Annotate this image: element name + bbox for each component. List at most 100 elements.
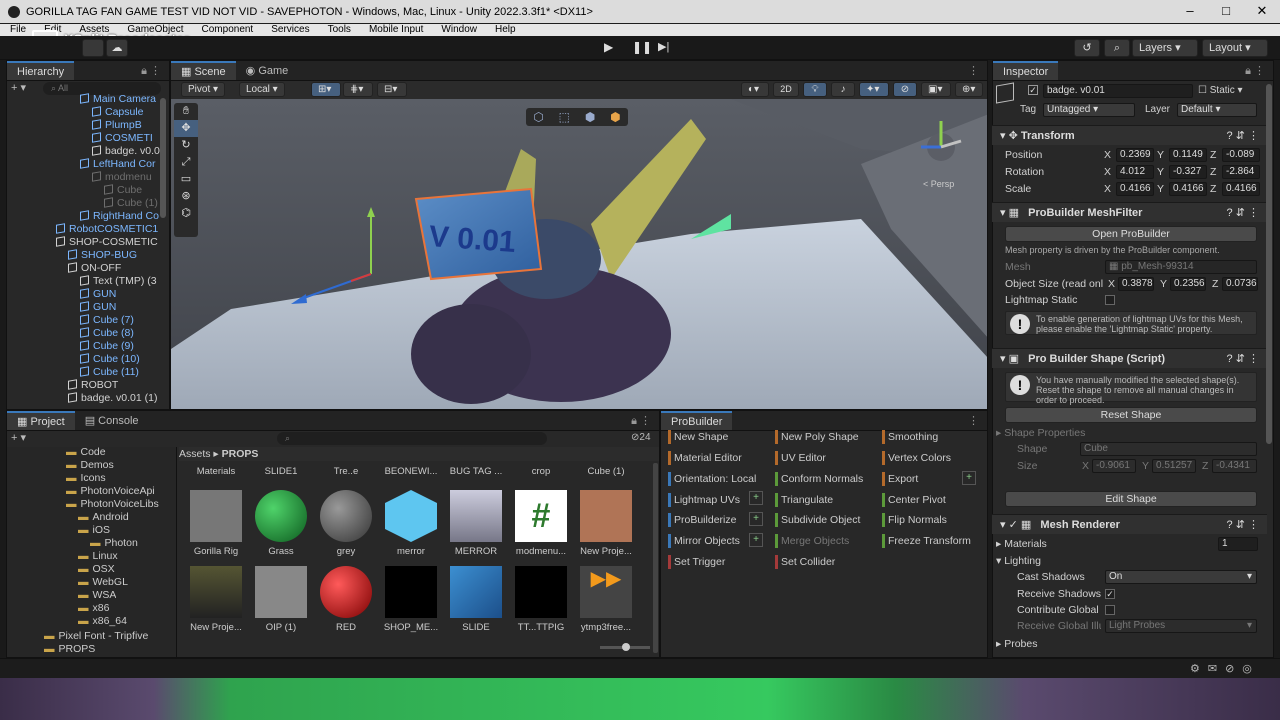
tab-inspector[interactable]: Inspector xyxy=(993,61,1059,80)
rotation-z-field[interactable]: -2.864 xyxy=(1222,165,1260,179)
materials-foldout[interactable]: ▸ Materials xyxy=(996,536,1047,552)
scene-viewport[interactable]: V 0.01 < Persp xyxy=(171,99,988,410)
receive-shadows-checkbox[interactable]: ✓ xyxy=(1105,589,1115,599)
folder-tree-item[interactable]: ▬ WSA xyxy=(78,589,116,602)
open-probuilder-button[interactable]: Open ProBuilder xyxy=(1005,226,1257,242)
folder-tree-item[interactable]: ▬ Photon xyxy=(90,537,138,550)
export-options[interactable]: + xyxy=(962,471,976,485)
tab-console[interactable]: ▤ Console xyxy=(75,411,149,430)
menu-item-mobile-input[interactable]: Mobile Input xyxy=(369,24,423,36)
folder-tree-item[interactable]: ▬ iOS xyxy=(78,524,110,537)
object-name-field[interactable]: badge. v0.01 xyxy=(1043,84,1193,98)
minimize-icon[interactable]: – xyxy=(1172,0,1208,23)
edit-shape-button[interactable]: Edit Shape xyxy=(1005,491,1257,507)
step-icon[interactable]: ▶| xyxy=(658,40,669,53)
probuilder-action-probuilderize[interactable]: ProBuilderize xyxy=(668,511,736,529)
account-icon[interactable] xyxy=(82,39,104,57)
folder-tree-item[interactable]: ▬ PhotonVoiceApi xyxy=(66,485,155,498)
add-icon[interactable]: + ▾ xyxy=(11,82,26,94)
hierarchy-item[interactable]: COSMETI xyxy=(92,132,160,145)
tab-scene[interactable]: ▦ Scene xyxy=(171,61,236,80)
menu-item-tools[interactable]: Tools xyxy=(328,24,351,36)
hierarchy-item[interactable]: Cube (8) xyxy=(80,327,160,340)
project-add-icon[interactable]: + ▾ xyxy=(11,432,26,444)
hierarchy-item[interactable]: badge. v0.0 xyxy=(92,145,160,158)
pbshape-menu-icon[interactable]: ? ⇵ ⋮ xyxy=(1227,349,1259,369)
asset-item[interactable]: New Proje... xyxy=(186,566,246,633)
asset-label-partial[interactable]: crop xyxy=(511,466,571,478)
local-dropdown[interactable]: Local ▾ xyxy=(239,82,285,97)
probuilder-action-center-pivot[interactable]: Center Pivot xyxy=(882,491,946,509)
project-scrollbar[interactable] xyxy=(653,463,658,653)
search-icon[interactable]: ⌕ xyxy=(1104,39,1130,57)
lighting-icon[interactable]: 💡︎ xyxy=(803,82,827,97)
cloud-icon[interactable]: ☁ xyxy=(106,39,128,57)
audio-icon[interactable]: ♪ xyxy=(831,82,855,97)
asset-label-partial[interactable]: SLIDE1 xyxy=(251,466,311,478)
project-search-input[interactable]: ⌕ xyxy=(277,432,547,445)
edge-mode-icon[interactable]: ⬢ xyxy=(585,108,595,126)
hierarchy-scrollbar[interactable] xyxy=(160,98,166,218)
folder-tree-item[interactable]: ▬ Demos xyxy=(66,459,114,472)
folder-tree-item[interactable]: ▬ Icons xyxy=(66,472,106,485)
probuilder-action-lightmap-uvs[interactable]: Lightmap UVs xyxy=(668,491,740,509)
tab-game[interactable]: ◉ Game xyxy=(236,61,299,80)
hierarchy-item[interactable]: Capsule xyxy=(92,106,160,119)
probuilder-action-vertex-colors[interactable]: Vertex Colors xyxy=(882,449,951,467)
hierarchy-item[interactable]: SHOP-COSMETIC xyxy=(56,236,160,249)
asset-item[interactable]: SHOP_ME... xyxy=(381,566,441,633)
probuilder-action-set-collider[interactable]: Set Collider xyxy=(775,553,835,571)
asset-item[interactable]: OIP (1) xyxy=(251,566,311,633)
cast-shadows-dropdown[interactable]: On ▾ xyxy=(1105,570,1257,584)
zoom-slider[interactable] xyxy=(600,643,650,651)
probuilder-action-new-poly-shape[interactable]: New Poly Shape xyxy=(775,428,859,446)
probuilder-action-merge-objects[interactable]: Merge Objects xyxy=(775,532,849,550)
probes-foldout[interactable]: ▸ Probes xyxy=(996,636,1037,652)
menu-item-help[interactable]: Help xyxy=(495,24,516,36)
hierarchy-item[interactable]: ROBOT xyxy=(68,379,160,392)
rotation-y-field[interactable]: -0.327 xyxy=(1169,165,1207,179)
grid-icon[interactable]: ⋕▾ xyxy=(343,82,373,97)
probuilder-action-new-shape[interactable]: New Shape xyxy=(668,428,728,446)
hierarchy-item[interactable]: SHOP-BUG xyxy=(68,249,160,262)
probuilder-action-triangulate[interactable]: Triangulate xyxy=(775,491,833,509)
hierarchy-item[interactable]: Cube (11) xyxy=(80,366,160,379)
hierarchy-item[interactable]: Cube (7) xyxy=(80,314,160,327)
hierarchy-item[interactable]: GUN xyxy=(80,288,160,301)
menu-item-services[interactable]: Services xyxy=(271,24,309,36)
hierarchy-item[interactable]: Main Camera xyxy=(80,93,160,106)
folder-tree-item[interactable]: ▬ PhotonVoiceLibs xyxy=(66,498,159,511)
probuilderize-options[interactable]: + xyxy=(749,512,763,526)
vertex-mode-icon[interactable]: ⬚ xyxy=(559,108,570,126)
probuilder-action-mirror-objects[interactable]: Mirror Objects xyxy=(668,532,740,550)
probuilder-action-freeze-transform[interactable]: Freeze Transform xyxy=(882,532,971,550)
asset-label-partial[interactable]: BEONEWI... xyxy=(381,466,441,478)
hierarchy-item[interactable]: Text (TMP) (3 xyxy=(80,275,160,288)
maximize-icon[interactable]: □ xyxy=(1208,0,1244,23)
asset-label-partial[interactable]: Materials xyxy=(186,466,246,478)
project-menu-icon[interactable]: 🔒︎ ⋮ xyxy=(623,411,659,430)
folder-tree-item[interactable]: ▬ WebGL xyxy=(78,576,128,589)
folder-tree-item[interactable]: ▬ x86 xyxy=(78,602,109,615)
asset-item[interactable]: # modmenu... xyxy=(511,490,571,557)
asset-label-partial[interactable]: Cube (1) xyxy=(576,466,636,478)
asset-item[interactable]: ▶▶ ytmp3free... xyxy=(576,566,636,633)
folder-tree-item[interactable]: ▬ OSX xyxy=(78,563,115,576)
2d-toggle[interactable]: 2D xyxy=(773,82,799,97)
asset-item[interactable]: MERROR xyxy=(446,490,506,557)
pause-icon[interactable]: ❚❚ xyxy=(632,40,652,54)
asset-item[interactable]: grey xyxy=(316,490,376,557)
transform-tool-icon[interactable]: ⊛ xyxy=(174,188,198,205)
hierarchy-item[interactable]: ON-OFF xyxy=(68,262,160,275)
tab-hierarchy[interactable]: Hierarchy xyxy=(7,61,75,80)
position-x-field[interactable]: 0.2369 xyxy=(1116,148,1154,162)
gizmos-icon[interactable]: ⊕▾ xyxy=(955,82,983,97)
probuilder-action-uv-editor[interactable]: UV Editor xyxy=(775,449,826,467)
static-toggle[interactable]: ☐ Static ▾ xyxy=(1198,83,1243,99)
grid-snap-icon[interactable]: ⊞▾ xyxy=(311,82,341,97)
layout-dropdown[interactable]: Layout ▾ xyxy=(1202,39,1268,57)
hierarchy-item[interactable]: GUN xyxy=(80,301,160,314)
probuilder-action-smoothing[interactable]: Smoothing xyxy=(882,428,938,446)
hierarchy-item[interactable]: RightHand Co xyxy=(80,210,160,223)
move-tool-icon[interactable]: ✥ xyxy=(174,120,198,137)
